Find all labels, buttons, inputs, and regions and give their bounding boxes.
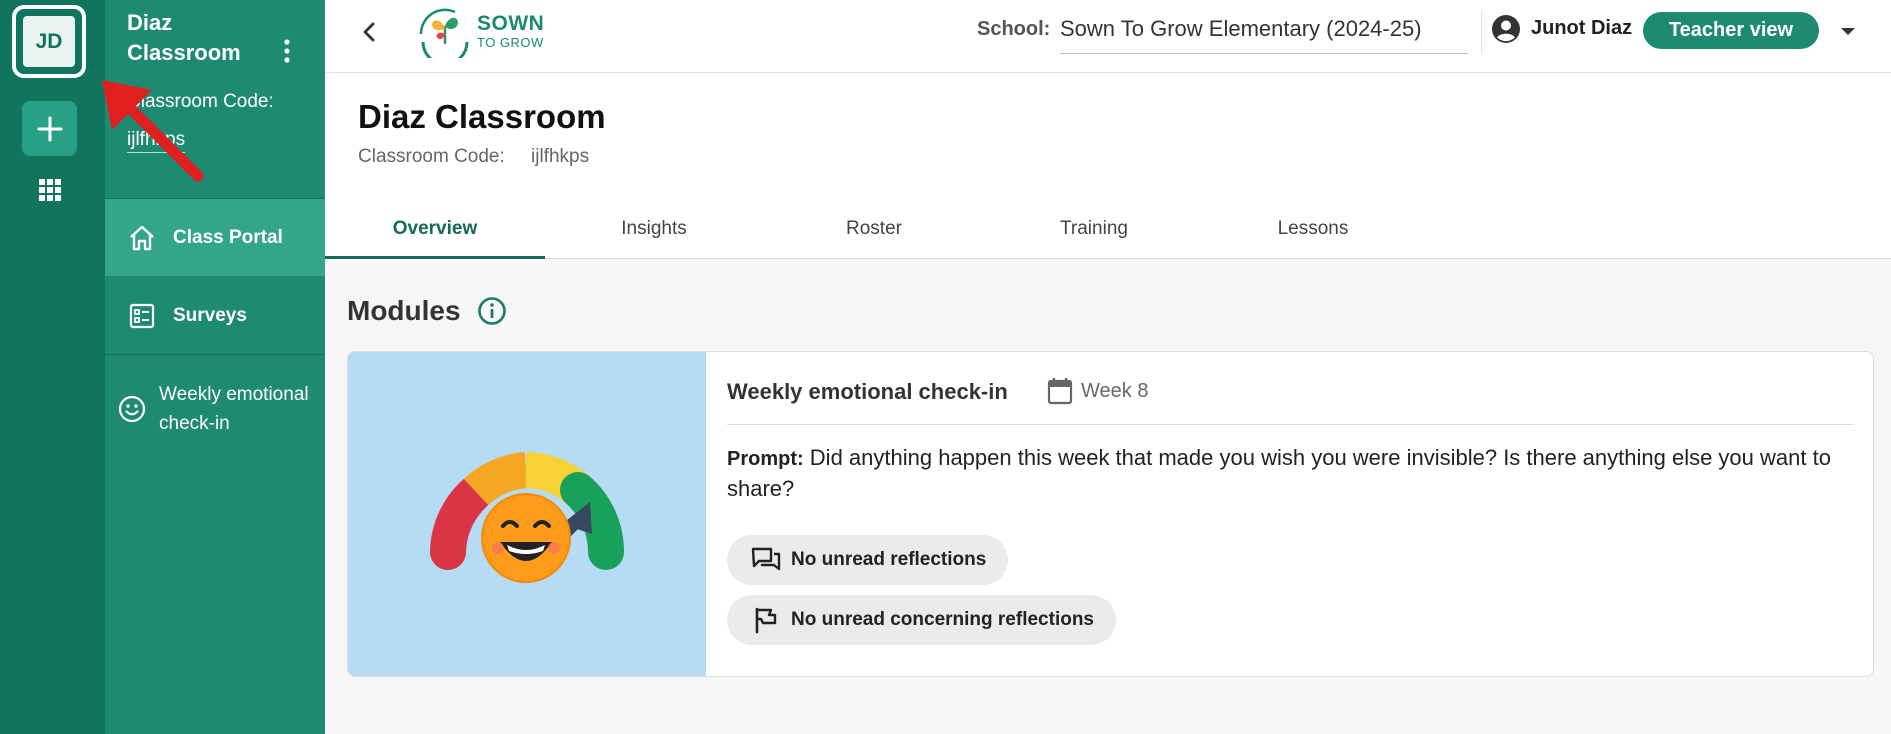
- sidebar-item-class-portal[interactable]: Class Portal: [105, 199, 325, 276]
- classroom-code-value: ijlfhkps: [531, 146, 590, 167]
- tab-training[interactable]: Training: [984, 211, 1204, 259]
- sidebar-code-label: Classroom Code:: [127, 91, 274, 112]
- plus-icon: [37, 116, 62, 141]
- add-classroom-button[interactable]: [22, 101, 77, 156]
- modules-heading: Modules: [347, 295, 461, 326]
- teacher-view-button[interactable]: Teacher view: [1643, 12, 1819, 49]
- app-rail: JD: [0, 0, 105, 734]
- chevron-down-icon[interactable]: [1837, 20, 1859, 42]
- account-circle-icon[interactable]: [1491, 14, 1521, 44]
- apps-grid-icon[interactable]: [38, 178, 62, 202]
- sidebar-item-label: Surveys: [173, 304, 247, 326]
- avatar-initials: JD: [20, 13, 78, 70]
- sprout-logo-icon: [419, 8, 469, 66]
- sidebar-divider: [105, 354, 325, 355]
- logo-subtext: TO GROW: [477, 35, 544, 50]
- school-label: School:: [977, 18, 1051, 40]
- classroom-sidebar: Diaz Classroom Classroom Code: ijlfhkps …: [105, 0, 325, 734]
- chat-bubbles-icon: [751, 547, 781, 571]
- sidebar-item-weekly-checkin[interactable]: Weekly emotional check-in: [105, 356, 325, 462]
- page-header: Diaz Classroom Classroom Code: ijlfhkps …: [325, 73, 1891, 259]
- header-divider: [1481, 10, 1482, 54]
- concerning-reflections-button[interactable]: No unread concerning reflections: [727, 595, 1116, 645]
- calendar-icon: [1047, 378, 1073, 405]
- pill-label: No unread concerning reflections: [791, 609, 1094, 630]
- more-options-icon[interactable]: [275, 38, 299, 64]
- sidebar-item-label: Class Portal: [173, 226, 283, 248]
- sidebar-item-surveys[interactable]: Surveys: [105, 277, 325, 354]
- tab-overview[interactable]: Overview: [325, 211, 545, 259]
- tab-roster[interactable]: Roster: [764, 211, 984, 259]
- survey-list-icon: [129, 303, 155, 328]
- mood-meter-icon: [430, 452, 625, 583]
- unread-reflections-button[interactable]: No unread reflections: [727, 535, 1009, 585]
- sown-to-grow-logo[interactable]: SOWN TO GROW: [415, 4, 565, 66]
- classroom-avatar-button[interactable]: JD: [12, 5, 86, 78]
- logo-text: SOWN: [477, 12, 545, 35]
- tab-lessons[interactable]: Lessons: [1203, 211, 1423, 259]
- tab-insights[interactable]: Insights: [544, 211, 764, 259]
- week-label: Week 8: [1081, 379, 1149, 402]
- sidebar-code-value[interactable]: ijlfhkps: [127, 128, 186, 153]
- back-arrow-icon[interactable]: [355, 17, 385, 47]
- home-icon: [130, 225, 154, 250]
- prompt-text: Did anything happen this week that made …: [727, 445, 1831, 501]
- module-card[interactable]: Weekly emotional check-in Week 8 Prompt:…: [347, 351, 1874, 677]
- info-icon[interactable]: [477, 296, 507, 326]
- flag-icon: [755, 607, 777, 634]
- module-week: Week 8: [1047, 377, 1148, 405]
- module-prompt: Prompt: Did anything happen this week th…: [727, 443, 1837, 504]
- sidebar-item-label: Weekly emotional check-in: [159, 384, 309, 434]
- user-name[interactable]: Junot Diaz: [1531, 17, 1632, 40]
- card-divider: [727, 424, 1853, 425]
- smiley-icon: [118, 395, 146, 423]
- module-title[interactable]: Weekly emotional check-in: [727, 379, 1008, 405]
- prompt-label: Prompt:: [727, 448, 804, 470]
- page-title: Diaz Classroom: [358, 98, 606, 135]
- top-header: SOWN TO GROW School: Sown To Grow Elemen…: [325, 0, 1891, 73]
- module-illustration: [348, 352, 706, 676]
- school-select[interactable]: Sown To Grow Elementary (2024-25): [1060, 12, 1468, 54]
- pill-label: No unread reflections: [791, 549, 987, 570]
- classroom-code-label: Classroom Code:: [358, 146, 505, 167]
- sidebar-classroom-title: Diaz Classroom: [127, 10, 241, 65]
